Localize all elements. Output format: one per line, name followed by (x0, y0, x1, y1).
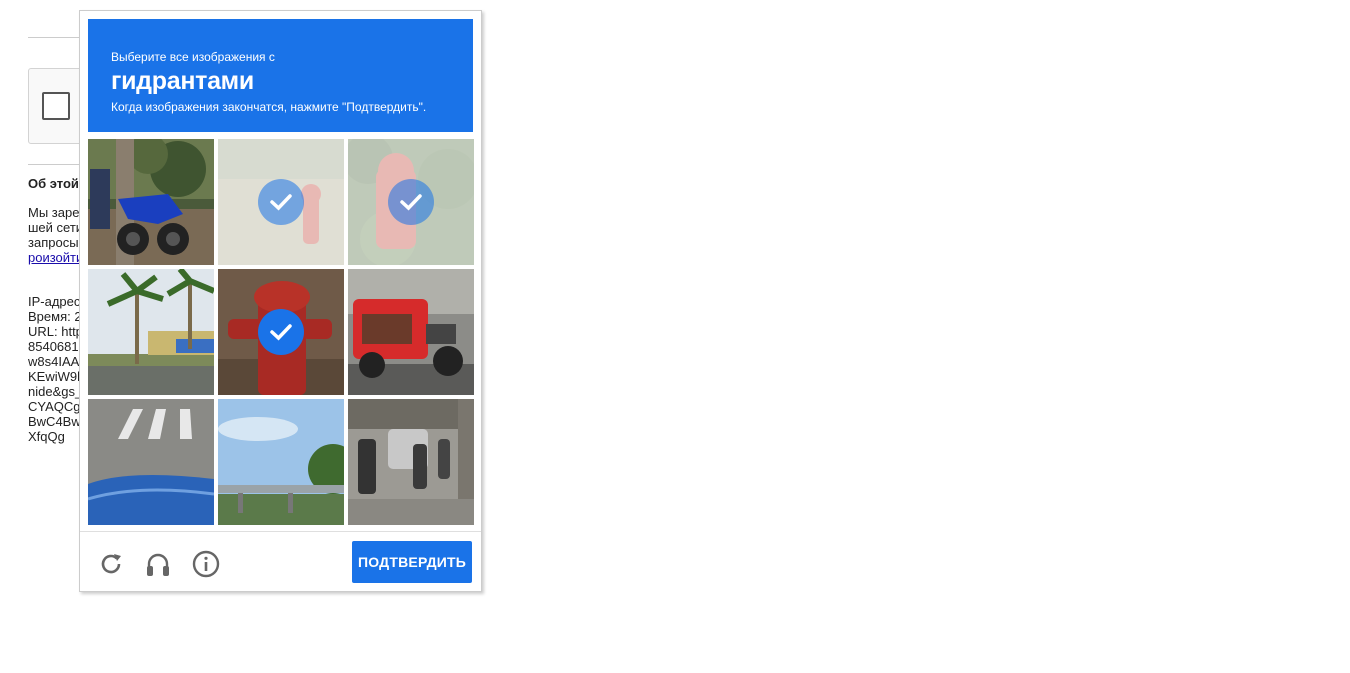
paragraph-line: Мы заре (28, 205, 80, 220)
request-details: IP-адрес Время: 2 URL: http 8540681 w8s4… (28, 294, 83, 444)
detail-line: IP-адрес (28, 294, 81, 309)
instruction-subtext: Когда изображения закончатся, нажмите "П… (111, 100, 427, 114)
image-challenge-popup: Выберите все изображения с гидрантами Ко… (79, 10, 482, 592)
challenge-header: Выберите все изображения с гидрантами Ко… (88, 19, 473, 132)
detail-line: nide&gs_ (28, 384, 83, 399)
detail-line: BwC4Bw (28, 414, 81, 429)
image-tile-palm-street[interactable] (88, 269, 214, 395)
verify-button[interactable]: ПОДТВЕРДИТЬ (352, 541, 472, 583)
about-paragraph: Мы заре шей сети запросы роизойти (28, 205, 83, 265)
image-tile-crosswalk[interactable] (88, 399, 214, 525)
paragraph-line: шей сети (28, 220, 84, 235)
detail-line: Время: 2 (28, 309, 82, 324)
image-tile-scooters[interactable] (348, 399, 474, 525)
image-tile-overpass[interactable] (218, 399, 344, 525)
image-grid (88, 139, 474, 525)
detail-line: CYAQCg (28, 399, 81, 414)
image-tile-hydrant-grass[interactable] (218, 139, 344, 265)
reload-icon[interactable] (96, 549, 126, 579)
selected-check-icon (258, 179, 304, 225)
about-link[interactable]: роизойти (28, 250, 83, 265)
footer-divider (80, 531, 481, 532)
detail-line: 8540681 (28, 339, 79, 354)
image-tile-hydrant-bushes[interactable] (348, 139, 474, 265)
selected-check-icon (388, 179, 434, 225)
detail-line: URL: http (28, 324, 83, 339)
info-icon[interactable] (191, 549, 221, 579)
selected-check-icon (258, 309, 304, 355)
detail-line: XfqQg (28, 429, 65, 444)
detail-line: KEwiW9l (28, 369, 81, 384)
about-heading: Об этой (28, 176, 79, 191)
headphones-icon[interactable] (143, 549, 173, 579)
paragraph-line: запросы (28, 235, 79, 250)
image-tile-tricycle[interactable] (348, 269, 474, 395)
detail-line: w8s4IAA (28, 354, 80, 369)
target-object-label: гидрантами (111, 67, 254, 95)
image-tile-motorcycle[interactable] (88, 139, 214, 265)
instruction-text: Выберите все изображения с (111, 50, 275, 64)
recaptcha-checkbox[interactable] (42, 92, 70, 120)
image-tile-hydrant-closeup[interactable] (218, 269, 344, 395)
